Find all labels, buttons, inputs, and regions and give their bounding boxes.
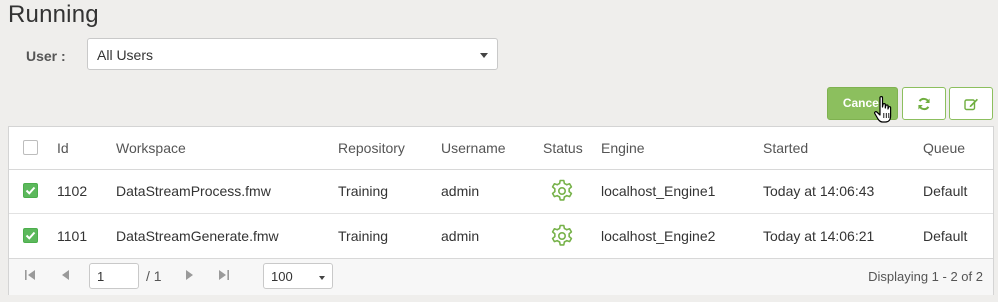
cell-username: admin bbox=[441, 228, 480, 244]
cell-id: 1102 bbox=[57, 183, 88, 199]
refresh-button[interactable] bbox=[902, 87, 946, 120]
cell-workspace: DataStreamGenerate.fmw bbox=[116, 228, 279, 244]
column-header-status[interactable]: Status bbox=[543, 140, 583, 156]
column-header-queue[interactable]: Queue bbox=[923, 140, 965, 156]
checkmark-icon bbox=[25, 186, 36, 195]
gear-icon bbox=[551, 179, 573, 201]
table-row[interactable]: 1102 DataStreamProcess.fmw Training admi… bbox=[9, 169, 993, 214]
page-size-select[interactable]: 100 bbox=[263, 263, 333, 289]
jobs-grid: Id Workspace Repository Username Status … bbox=[8, 126, 994, 295]
column-header-id[interactable]: Id bbox=[57, 140, 69, 156]
gear-icon bbox=[551, 224, 573, 246]
cell-repository: Training bbox=[338, 228, 389, 244]
cell-repository: Training bbox=[338, 183, 389, 199]
page-number-input[interactable]: 1 bbox=[89, 263, 139, 289]
cell-queue: Default bbox=[923, 228, 968, 244]
user-filter-value: All Users bbox=[97, 47, 154, 63]
column-header-repository[interactable]: Repository bbox=[338, 140, 405, 156]
hand-cursor-icon bbox=[874, 96, 892, 123]
select-all-checkbox[interactable] bbox=[23, 140, 38, 155]
cell-workspace: DataStreamProcess.fmw bbox=[116, 183, 271, 199]
first-page-icon[interactable] bbox=[24, 269, 36, 284]
checkmark-icon bbox=[25, 231, 36, 240]
table-header-row: Id Workspace Repository Username Status … bbox=[9, 127, 993, 170]
cell-id: 1101 bbox=[57, 228, 88, 244]
cell-engine: localhost_Engine2 bbox=[601, 228, 716, 244]
column-header-engine[interactable]: Engine bbox=[601, 140, 645, 156]
cell-started: Today at 14:06:43 bbox=[763, 183, 875, 199]
last-page-icon[interactable] bbox=[218, 269, 230, 284]
column-header-started[interactable]: Started bbox=[763, 140, 808, 156]
pagination-summary: Displaying 1 - 2 of 2 bbox=[868, 269, 983, 284]
previous-page-icon[interactable] bbox=[60, 269, 70, 284]
chevron-down-icon bbox=[480, 53, 488, 58]
table-row[interactable]: 1101 DataStreamGenerate.fmw Training adm… bbox=[9, 214, 993, 259]
page-size-value: 100 bbox=[271, 269, 293, 284]
refresh-icon bbox=[918, 97, 930, 110]
page-count-label: / 1 bbox=[146, 268, 162, 284]
pagination-bar: 1 / 1 100 Displaying 1 - 2 of 2 bbox=[9, 259, 993, 295]
cell-started: Today at 14:06:21 bbox=[763, 228, 875, 244]
column-header-username[interactable]: Username bbox=[441, 140, 506, 156]
page-title: Running bbox=[8, 1, 99, 28]
cell-username: admin bbox=[441, 183, 480, 199]
chevron-down-icon bbox=[319, 276, 325, 280]
cell-queue: Default bbox=[923, 183, 968, 199]
column-header-workspace[interactable]: Workspace bbox=[116, 140, 186, 156]
user-filter-select[interactable]: All Users bbox=[87, 38, 498, 70]
row-checkbox[interactable] bbox=[23, 183, 38, 198]
cell-engine: localhost_Engine1 bbox=[601, 183, 716, 199]
row-checkbox[interactable] bbox=[23, 228, 38, 243]
edit-icon bbox=[963, 98, 978, 110]
user-filter-label: User : bbox=[26, 48, 66, 64]
next-page-icon[interactable] bbox=[185, 269, 195, 284]
edit-button[interactable] bbox=[949, 87, 993, 120]
